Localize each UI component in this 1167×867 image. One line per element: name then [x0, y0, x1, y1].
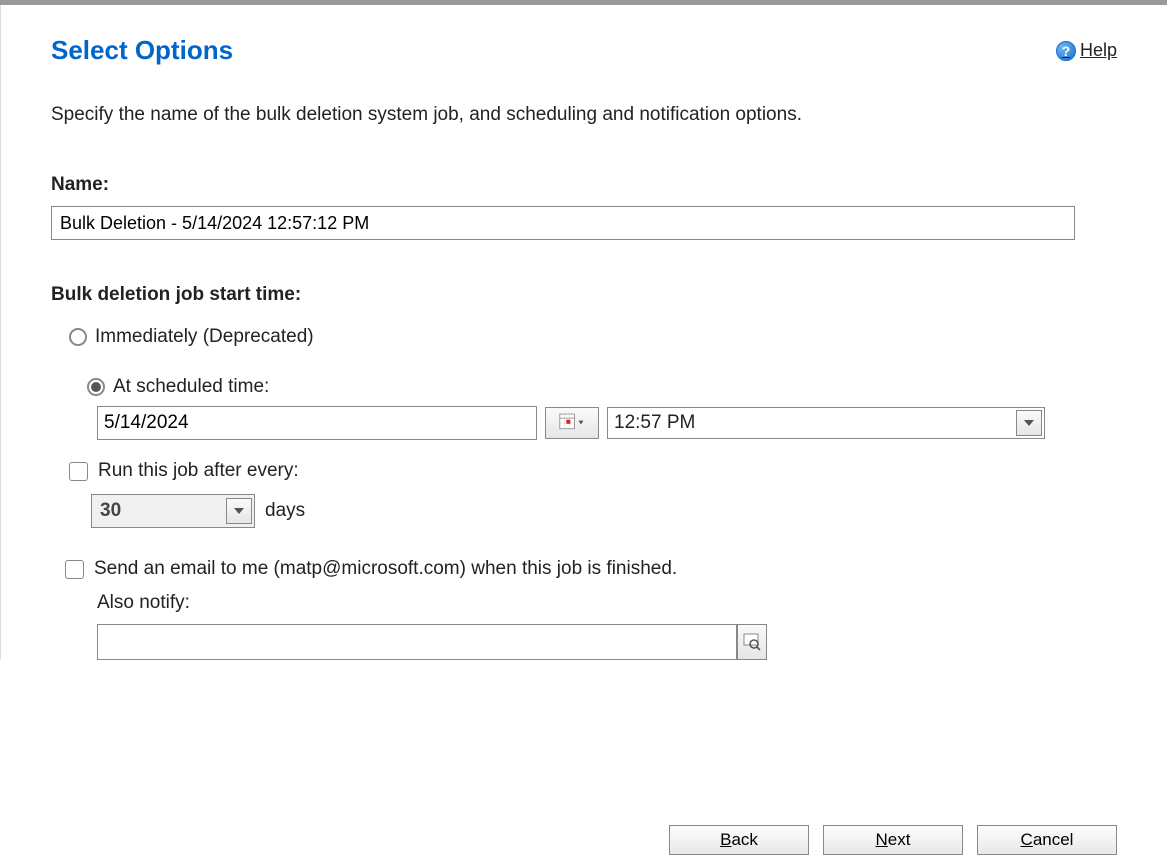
calendar-icon — [559, 413, 585, 433]
wizard-footer: Back Next Cancel — [669, 825, 1117, 855]
recurrence-checkbox[interactable] — [69, 462, 88, 481]
calendar-button[interactable] — [545, 407, 599, 439]
recurrence-unit-label: days — [265, 500, 305, 522]
help-link[interactable]: ? Help — [1056, 40, 1117, 61]
start-time-label: Bulk deletion job start time: — [51, 284, 1117, 306]
name-input[interactable] — [51, 206, 1075, 240]
scheduled-time-value: 12:57 PM — [608, 410, 701, 436]
scheduled-time-select[interactable]: 12:57 PM — [607, 407, 1045, 439]
lookup-icon — [743, 633, 761, 651]
radio-scheduled-label: At scheduled time: — [113, 376, 269, 398]
email-notification-checkbox[interactable] — [65, 560, 84, 579]
radio-immediately-label: Immediately (Deprecated) — [95, 326, 314, 348]
radio-immediately[interactable] — [69, 328, 87, 346]
next-button[interactable]: Next — [823, 825, 963, 855]
cancel-button[interactable]: Cancel — [977, 825, 1117, 855]
help-icon: ? — [1056, 41, 1076, 61]
scheduled-date-input[interactable] — [97, 406, 537, 440]
page-title: Select Options — [51, 35, 233, 66]
radio-scheduled[interactable] — [87, 378, 105, 396]
description-text: Specify the name of the bulk deletion sy… — [51, 104, 1117, 126]
back-button[interactable]: Back — [669, 825, 809, 855]
lookup-button[interactable] — [737, 624, 767, 660]
also-notify-label: Also notify: — [97, 592, 1117, 614]
chevron-down-icon — [1016, 410, 1042, 436]
recurrence-interval-value: 30 — [92, 498, 129, 524]
chevron-down-icon — [226, 498, 252, 524]
help-label: Help — [1080, 40, 1117, 61]
email-notification-label: Send an email to me (matp@microsoft.com)… — [94, 558, 677, 580]
also-notify-input[interactable] — [97, 624, 737, 660]
name-label: Name: — [51, 174, 1117, 196]
recurrence-label: Run this job after every: — [98, 460, 299, 482]
recurrence-interval-select[interactable]: 30 — [91, 494, 255, 528]
